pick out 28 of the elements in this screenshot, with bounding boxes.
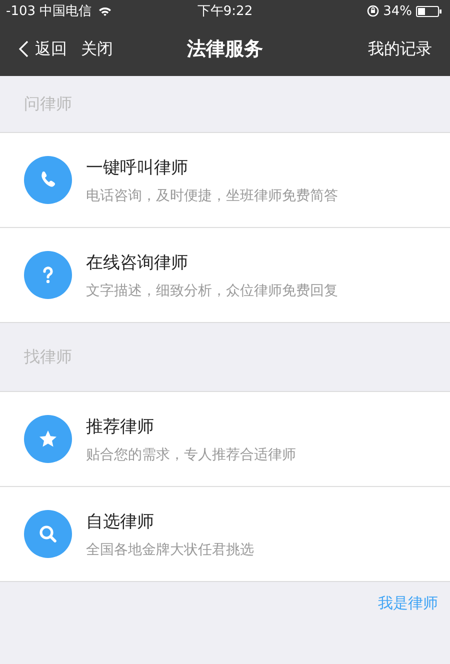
close-button[interactable]: 关闭 [81,38,113,60]
item-description: 贴合您的需求，专人推荐合适律师 [86,446,296,464]
page-title: 法律服务 [187,37,263,62]
battery-icon [416,6,442,16]
item-description: 全国各地金牌大状任君挑选 [86,540,254,558]
list-item[interactable]: 一键呼叫律师 电话咨询，及时便捷，坐班律师免费简答 [0,133,450,227]
list-item[interactable]: 自选律师 全国各地金牌大状任君挑选 [0,486,450,581]
wifi-icon [98,6,112,16]
rotation-lock-icon [367,5,380,17]
section-header: 问律师 [24,94,72,114]
item-title: 自选律师 [86,510,155,532]
search-icon [24,510,72,558]
list-item[interactable]: 在线咨询律师 文字描述，细致分析，众位律师免费回复 [0,227,450,322]
chevron-left-icon [18,40,29,58]
section-header: 找律师 [24,346,72,368]
list-item[interactable]: 推荐律师 贴合您的需求，专人推荐合适律师 [0,392,450,486]
item-description: 电话咨询，及时便捷，坐班律师免费简答 [86,186,338,204]
question-icon [24,251,72,299]
my-records-button[interactable]: 我的记录 [368,38,432,60]
phone-icon [24,156,72,204]
item-description: 文字描述，细致分析，众位律师免费回复 [86,282,338,300]
carrier-text: -103 中国电信 [6,3,92,20]
item-title: 一键呼叫律师 [86,156,189,178]
item-title: 在线咨询律师 [86,252,189,274]
battery-percent: 34% [383,4,412,18]
back-button[interactable]: 返回 [18,38,67,60]
item-title: 推荐律师 [86,416,155,438]
clock-text: 下午9:22 [197,3,253,20]
